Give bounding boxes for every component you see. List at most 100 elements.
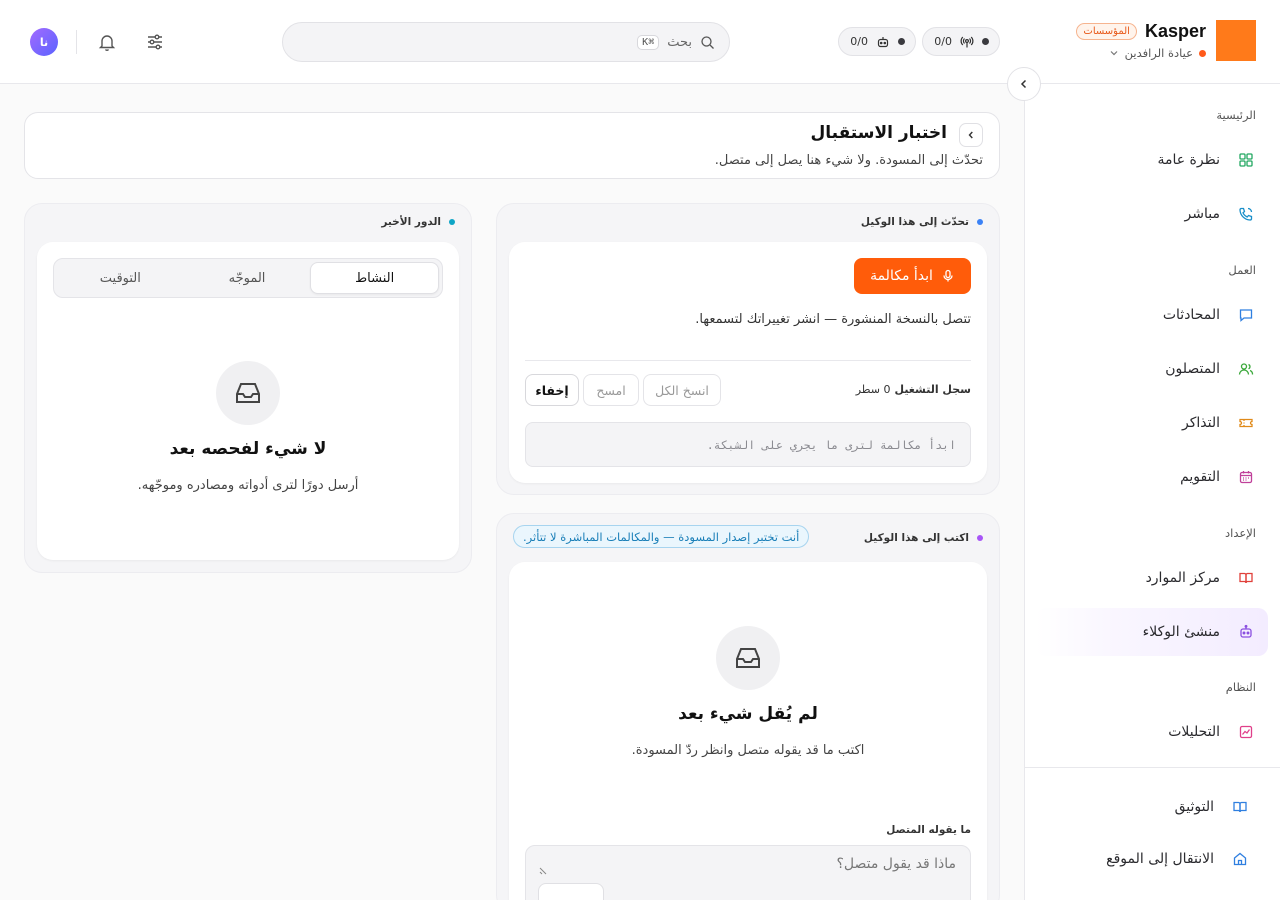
run-log-title: سجل التشغيل <box>894 383 972 396</box>
channels-status-pill[interactable]: 0/0 <box>922 27 1000 56</box>
workspace-status-dot <box>1199 49 1206 57</box>
org-badge: المؤسسات <box>1076 23 1137 40</box>
search-label: بحث <box>667 34 692 50</box>
home-icon <box>1232 851 1248 867</box>
grid-icon <box>1238 152 1254 168</box>
broadcast-icon <box>960 35 974 49</box>
run-log-placeholder: ابدأ مكالمة لترى ما يجري على الشبكة. <box>706 437 956 452</box>
caller-input-box[interactable] <box>525 845 971 900</box>
header-divider <box>76 30 77 54</box>
page-title: اختبار الاستقبال <box>810 123 948 143</box>
book-open-icon <box>1232 799 1248 815</box>
brand-logo <box>1216 20 1256 61</box>
chevron-left-icon <box>1018 78 1030 90</box>
ticket-icon <box>1238 415 1254 431</box>
search-shortcut: ⌘K <box>637 34 660 50</box>
start-call-label: ابدأ مكالمة <box>870 268 933 284</box>
sidebar-item-conversations[interactable]: المحادثات <box>1036 291 1268 339</box>
page-header: اختبار الاستقبال تحدّث إلى المسودة. ولا … <box>24 112 1000 179</box>
sidebar-item-overview[interactable]: نظرة عامة <box>1036 136 1268 184</box>
agents-status-pill[interactable]: 0/0 <box>838 27 916 56</box>
talk-panel-header: تحدّث إلى هذا الوكيل <box>861 216 983 228</box>
tab-activity[interactable]: النشاط <box>310 262 439 294</box>
avatar[interactable]: نا <box>30 28 58 56</box>
run-log-header: سجل التشغيل 0 سطر <box>856 383 971 396</box>
phone-icon <box>1238 206 1254 222</box>
notifications-button[interactable] <box>95 30 119 54</box>
last-turn-header: الدور الأخير <box>381 216 455 228</box>
sidebar-item-docs[interactable]: التوثيق <box>1030 783 1262 831</box>
sliders-icon <box>145 32 165 52</box>
published-note: تتصل بالنسخة المنشورة — انشر تغييراتك لت… <box>695 312 971 327</box>
robot-icon <box>1238 624 1254 640</box>
empty-state-subtitle: أرسل دورًا لترى أدواته ومصادره وموجّهه. <box>137 478 359 493</box>
agents-count: 0/0 <box>850 35 868 48</box>
start-call-button[interactable]: ابدأ مكالمة <box>854 258 971 294</box>
caller-input[interactable] <box>526 846 970 882</box>
users-icon <box>1238 361 1254 377</box>
last-turn-panel: الدور الأخير النشاط الموجّه التوقيت لا ش… <box>24 203 472 573</box>
bell-icon <box>97 32 117 52</box>
panel-dot <box>977 535 983 541</box>
page-subtitle: تحدّث إلى المسودة. ولا شيء هنا يصل إلى م… <box>714 153 983 168</box>
robot-icon <box>876 35 890 49</box>
empty-state-subtitle: اكتب ما قد يقوله متصل وانظر ردّ المسودة. <box>631 743 865 758</box>
tab-timing[interactable]: التوقيت <box>57 262 184 294</box>
section-system: النظام <box>1225 680 1256 694</box>
send-button[interactable] <box>538 883 604 900</box>
brand-name: Kasper <box>1144 21 1206 41</box>
inspector-tabs: النشاط الموجّه التوقيت <box>53 258 443 298</box>
search-icon <box>700 35 715 50</box>
sidebar-item-label: المحادثات <box>1162 307 1220 323</box>
sidebar-item-label: منشئ الوكلاء <box>1142 624 1220 640</box>
chevron-down-icon <box>1109 48 1119 58</box>
sidebar-item-calendar[interactable]: التقويم <box>1036 453 1268 501</box>
chevron-left-icon <box>966 130 976 140</box>
write-panel-header: اكتب إلى هذا الوكيل <box>864 532 983 544</box>
brand[interactable]: Kasper المؤسسات عيادة الرافدين <box>1076 20 1256 61</box>
book-icon <box>1238 570 1254 586</box>
talk-panel-label: تحدّث إلى هذا الوكيل <box>860 216 969 228</box>
sidebar-item-label: نظرة عامة <box>1157 152 1220 168</box>
sidebar-item-label: الانتقال إلى الموقع <box>1106 851 1214 867</box>
card-divider <box>525 360 971 361</box>
sidebar-item-live[interactable]: مباشر <box>1036 190 1268 238</box>
sidebar-item-label: التحليلات <box>1168 724 1220 740</box>
write-panel: اكتب إلى هذا الوكيل أنت تختبر إصدار المس… <box>496 513 1000 900</box>
sidebar-collapse-button[interactable] <box>1007 67 1041 101</box>
sidebar: الرئيسية نظرة عامة مباشر العمل المحادثات… <box>1024 84 1280 900</box>
filters-button[interactable] <box>143 30 167 54</box>
tab-prompt[interactable]: الموجّه <box>184 262 311 294</box>
caller-input-label: ما يقوله المتصل <box>886 824 971 836</box>
sidebar-item-tickets[interactable]: التذاكر <box>1036 399 1268 447</box>
section-home: الرئيسية <box>1216 108 1256 122</box>
status-dot <box>982 38 989 45</box>
sidebar-item-analytics[interactable]: التحليلات <box>1036 708 1268 756</box>
resize-handle-icon[interactable] <box>538 866 548 876</box>
sidebar-item-contacts[interactable]: المتصلون <box>1036 345 1268 393</box>
sidebar-item-label: التذاكر <box>1181 415 1220 431</box>
sidebar-item-resources[interactable]: مركز الموارد <box>1036 554 1268 602</box>
run-log-count: 0 سطر <box>855 383 891 396</box>
last-turn-label: الدور الأخير <box>381 216 441 228</box>
copy-all-button[interactable]: انسخ الكل <box>643 374 721 406</box>
section-work: العمل <box>1228 263 1256 277</box>
sidebar-item-label: التقويم <box>1180 469 1220 485</box>
inbox-icon <box>216 361 280 425</box>
last-turn-card: النشاط الموجّه التوقيت لا شيء لفحصه بعد … <box>37 242 459 560</box>
sidebar-divider <box>1025 767 1280 768</box>
chat-icon <box>1238 307 1254 323</box>
top-bar: Kasper المؤسسات عيادة الرافدين 0/0 0/0 ب… <box>0 0 1280 84</box>
back-button[interactable] <box>959 123 983 147</box>
sidebar-item-go-to-site[interactable]: الانتقال إلى الموقع <box>1030 835 1262 883</box>
hide-button[interactable]: إخفاء <box>525 374 579 406</box>
search-box[interactable]: بحث ⌘K <box>282 22 730 62</box>
write-panel-label: اكتب إلى هذا الوكيل <box>863 532 969 544</box>
clear-button[interactable]: امسح <box>583 374 639 406</box>
sidebar-item-agent-builder[interactable]: منشئ الوكلاء <box>1036 608 1268 656</box>
sidebar-item-label: مباشر <box>1184 206 1220 222</box>
workspace-switcher[interactable]: عيادة الرافدين <box>1109 46 1206 60</box>
inbox-icon <box>716 626 780 690</box>
calendar-icon <box>1238 469 1254 485</box>
status-dot <box>898 38 905 45</box>
